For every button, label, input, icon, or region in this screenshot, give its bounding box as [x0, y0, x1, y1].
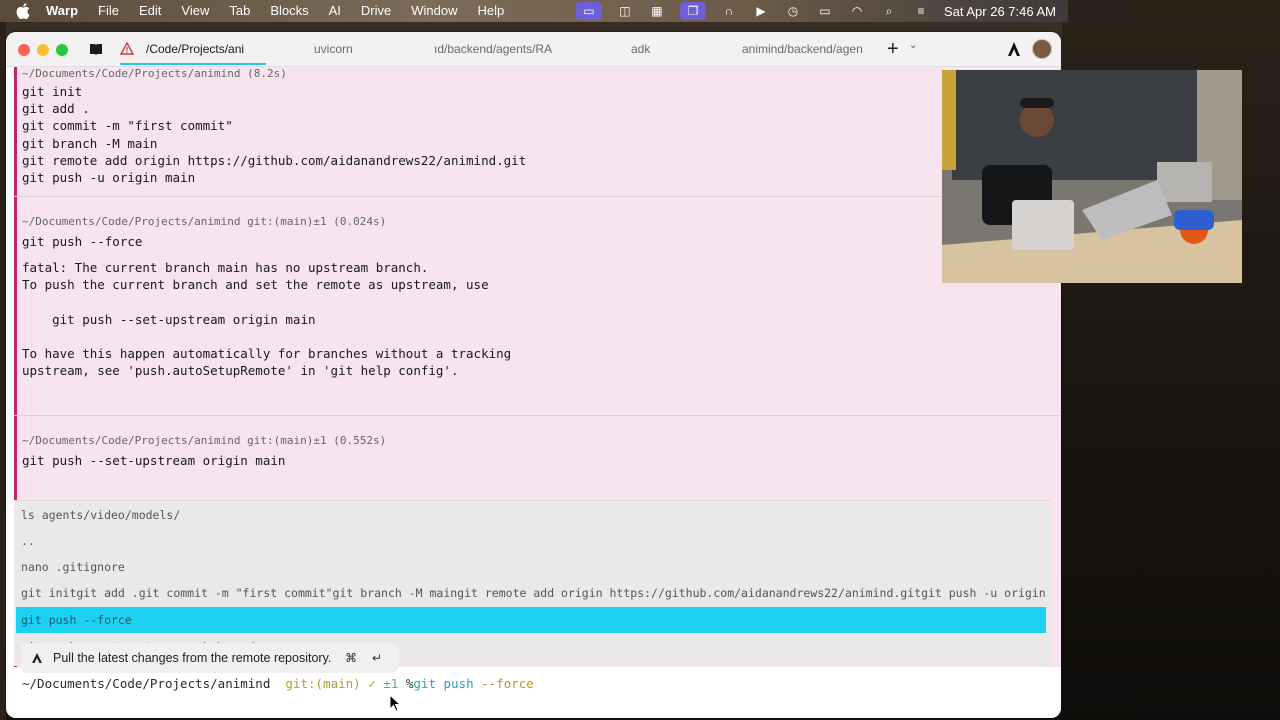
play-icon[interactable]: ▶ [752, 4, 770, 18]
history-item-selected[interactable]: git push --force [16, 607, 1046, 633]
headphones-icon[interactable]: ∩ [720, 4, 738, 18]
spotlight-search-icon[interactable]: ⌕ [880, 4, 898, 18]
warp-ai-icon [32, 653, 42, 663]
command-key-hint: ⌘ [345, 651, 357, 665]
warning-icon [120, 42, 134, 55]
input-command-flag[interactable]: --force [481, 676, 534, 691]
menu-view[interactable]: View [171, 0, 219, 22]
mouse-cursor-icon [389, 694, 401, 712]
tab-adk[interactable]: adk [631, 32, 671, 66]
history-item[interactable]: ls agents/video/models/ [21, 502, 1046, 528]
command-history-menu: ls agents/video/models/ .. nano .gitigno… [14, 500, 1051, 666]
block-command-line[interactable]: git commit -m "first commit" [22, 118, 233, 133]
menu-help[interactable]: Help [468, 0, 515, 22]
menubar-clock[interactable]: Sat Apr 26 7:46 AM [944, 4, 1056, 19]
block-divider [14, 415, 1061, 416]
ai-suggestion-bar[interactable]: Pull the latest changes from the remote … [21, 643, 398, 673]
menu-tab[interactable]: Tab [219, 0, 260, 22]
menu-window[interactable]: Window [401, 0, 467, 22]
menu-blocks[interactable]: Blocks [260, 0, 318, 22]
enter-key-hint: ↵ [371, 651, 383, 665]
block-divider [14, 196, 1061, 197]
close-window-button[interactable] [18, 44, 30, 56]
block-output-line: fatal: The current branch main has no up… [22, 260, 429, 275]
menu-app-warp[interactable]: Warp [36, 0, 88, 22]
active-tab-indicator [120, 63, 266, 65]
block-header: ~/Documents/Code/Projects/animind git:(m… [22, 434, 387, 447]
block-header: ~/Documents/Code/Projects/animind (8.2s) [22, 67, 287, 80]
wifi-icon[interactable]: ◠ [848, 4, 866, 18]
block-command-line[interactable]: git push -u origin main [22, 170, 195, 185]
menu-edit[interactable]: Edit [129, 0, 171, 22]
block-output-line: git push --set-upstream origin main [22, 312, 316, 327]
history-item[interactable]: git initgit add .git commit -m "first co… [21, 580, 1046, 606]
book-icon[interactable] [89, 43, 103, 56]
input-prompt-line[interactable]: ~/Documents/Code/Projects/animind git:(m… [22, 676, 534, 691]
history-item[interactable]: .. [21, 528, 1046, 554]
webcam-video-image [942, 70, 1242, 283]
menu-file[interactable]: File [88, 0, 129, 22]
block-output-line: upstream, see 'push.autoSetupRemote' in … [22, 363, 459, 378]
window-manager-icon[interactable]: ▦ [648, 4, 666, 18]
new-tab-button[interactable]: + [887, 39, 899, 59]
git-clean-icon: ✓ [368, 676, 376, 691]
screen-share-icon[interactable]: ▭ [575, 2, 602, 20]
block-command-line[interactable]: git remote add origin https://github.com… [22, 153, 526, 168]
tab-backend-agents[interactable]: ıd/backend/agents/RA [434, 32, 566, 66]
minimize-window-button[interactable] [37, 44, 49, 56]
macos-menubar: Warp File Edit View Tab Blocks AI Drive … [0, 0, 1068, 22]
tab-projects-ani[interactable]: /Code/Projects/ani [146, 32, 258, 66]
block-header: ~/Documents/Code/Projects/animind git:(m… [22, 215, 387, 228]
tab-uvicorn[interactable]: uvicorn [314, 32, 394, 66]
menu-ai[interactable]: AI [319, 0, 351, 22]
user-avatar[interactable] [1032, 39, 1052, 59]
tab-animind-backend[interactable]: animind/backend/agen [742, 32, 866, 66]
menu-drive[interactable]: Drive [351, 0, 401, 22]
block-output-line: To have this happen automatically for br… [22, 346, 512, 361]
webcam-overlay [942, 70, 1242, 283]
terminal-area: ~/Documents/Code/Projects/animind (8.2s)… [6, 67, 1061, 718]
block-command-line[interactable]: git branch -M main [22, 136, 157, 151]
outlook-icon[interactable]: ◫ [616, 4, 634, 18]
zoom-window-button[interactable] [56, 44, 68, 56]
block-output-line: To push the current branch and set the r… [22, 277, 489, 292]
input-command[interactable]: git push [413, 676, 473, 691]
chevron-down-icon[interactable]: ⌄ [909, 40, 917, 51]
prompt-directory: ~/Documents/Code/Projects/animind [22, 676, 271, 691]
battery-icon[interactable]: ▭ [816, 4, 834, 18]
history-item[interactable]: nano .gitignore [21, 554, 1046, 580]
control-center-icon[interactable]: ≡ [912, 4, 930, 18]
menubar-status-area: ▭ ◫ ▦ ❐ ∩ ▶ ◷ ▭ ◠ ⌕ ≡ Sat Apr 26 7:46 AM [575, 0, 1056, 22]
block-command[interactable]: git push --set-upstream origin main [22, 453, 285, 468]
block-command-line[interactable]: git init [22, 84, 82, 99]
stage-manager-icon[interactable]: ❐ [679, 2, 706, 20]
prompt-git-changes: ±1 [383, 676, 399, 691]
time-machine-icon[interactable]: ◷ [784, 4, 802, 18]
ai-suggestion-text: Pull the latest changes from the remote … [53, 651, 332, 665]
block-command-line[interactable]: git add . [22, 101, 90, 116]
warp-logo-icon[interactable] [1006, 41, 1022, 57]
block-command[interactable]: git push --force [22, 234, 142, 249]
apple-icon[interactable] [16, 3, 30, 19]
tab-bar: /Code/Projects/ani uvicorn ıd/backend/ag… [6, 32, 1061, 67]
prompt-git-branch: git:(main) [285, 676, 361, 691]
warp-window: /Code/Projects/ani uvicorn ıd/backend/ag… [6, 32, 1061, 718]
